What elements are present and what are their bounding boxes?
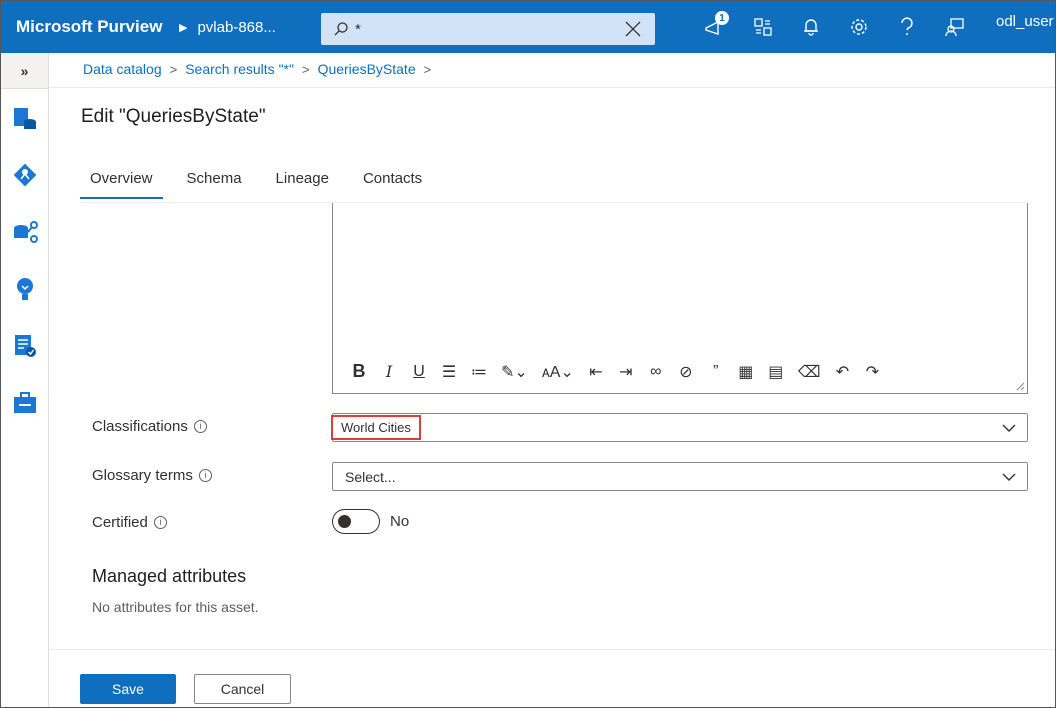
gear-icon <box>851 19 867 35</box>
divider <box>49 649 1055 650</box>
classifications-dropdown[interactable]: World Cities <box>331 413 1028 442</box>
unlink-icon[interactable]: ⊘ <box>678 362 694 382</box>
policy-icon <box>14 334 36 357</box>
format-painter-icon[interactable]: ▤ <box>768 362 784 382</box>
certified-toggle[interactable] <box>332 509 380 534</box>
nav-management[interactable] <box>1 374 48 431</box>
undo-icon[interactable]: ↶ <box>834 362 850 382</box>
clear-format-icon[interactable]: ⌫ <box>798 362 821 382</box>
feedback-icon <box>945 18 964 37</box>
caret-right-icon: ▶ <box>179 21 188 34</box>
window-frame: Microsoft Purview ▶ pvlab-868... * 1 odl… <box>0 0 1056 708</box>
chevron-right-icon: > <box>169 61 178 77</box>
quote-icon[interactable]: ” <box>708 363 724 381</box>
info-icon[interactable]: i <box>193 420 207 433</box>
directory-button[interactable] <box>739 1 787 53</box>
nav-policy[interactable] <box>1 317 48 374</box>
link-icon[interactable]: ∞ <box>648 363 664 381</box>
brand-title[interactable]: Microsoft Purview <box>1 17 171 37</box>
decrease-indent-icon[interactable]: ⇤ <box>588 362 604 382</box>
breadcrumb-data-catalog[interactable]: Data catalog <box>83 61 162 77</box>
chevron-right-icon: > <box>301 61 310 77</box>
divider <box>49 87 1055 88</box>
notifications-button[interactable] <box>787 1 835 53</box>
switch-directory-icon <box>754 18 772 36</box>
classifications-label: Classifications i <box>92 418 207 435</box>
chevron-right-icon: > <box>423 61 432 77</box>
data-sources-icon <box>13 220 38 243</box>
underline-icon[interactable]: U <box>411 363 427 381</box>
tab-schema[interactable]: Schema <box>177 161 252 199</box>
breadcrumb-asset[interactable]: QueriesByState <box>318 61 416 77</box>
table-icon[interactable]: ▦ <box>738 362 754 382</box>
certified-value: No <box>390 513 410 530</box>
highlight-icon[interactable]: ✎⌄ <box>501 362 528 382</box>
top-bar: Microsoft Purview ▶ pvlab-868... * 1 odl… <box>1 1 1055 53</box>
nav-data-catalog[interactable] <box>1 89 48 146</box>
editor-toolbar: B I U ☰ ≔ ✎⌄ ᴀA⌄ ⇤ ⇥ ∞ ⊘ ” ▦ ▤ ⌫ ↶ ↷ <box>351 361 894 382</box>
help-button[interactable] <box>883 1 931 53</box>
info-icon[interactable]: i <box>198 469 212 482</box>
tab-contacts[interactable]: Contacts <box>353 161 432 199</box>
tab-lineage[interactable]: Lineage <box>266 161 339 199</box>
numbered-list-icon[interactable]: ≔ <box>471 362 487 382</box>
tenant-name[interactable]: pvlab-868... <box>197 19 317 36</box>
search-input[interactable]: * <box>355 21 623 38</box>
cancel-button[interactable]: Cancel <box>194 674 291 704</box>
settings-button[interactable] <box>835 1 883 53</box>
classification-chip[interactable]: World Cities <box>331 415 421 440</box>
managed-attributes-title: Managed attributes <box>92 566 247 586</box>
close-icon[interactable] <box>623 19 643 39</box>
whats-new-button[interactable]: 1 <box>691 1 739 53</box>
chevron-down-icon[interactable] <box>1001 420 1017 436</box>
increase-indent-icon[interactable]: ⇥ <box>618 362 634 382</box>
feedback-button[interactable] <box>931 1 979 53</box>
chevron-down-icon[interactable] <box>1001 469 1017 485</box>
insights-icon <box>16 277 33 300</box>
breadcrumb-search-results[interactable]: Search results "*" <box>185 61 294 77</box>
certified-label-text: Certified <box>92 514 148 531</box>
redo-icon[interactable]: ↷ <box>864 362 880 382</box>
notification-badge: 1 <box>715 11 729 25</box>
expand-nav-button[interactable]: » <box>1 53 48 89</box>
search-icon <box>334 22 348 36</box>
nav-insights[interactable] <box>1 260 48 317</box>
data-map-icon <box>13 163 36 186</box>
save-button[interactable]: Save <box>80 674 176 704</box>
managed-attributes-empty: No attributes for this asset. <box>92 599 259 615</box>
nav-data-sources[interactable] <box>1 203 48 260</box>
user-name[interactable]: odl_user <box>996 13 1054 30</box>
tab-overview[interactable]: Overview <box>80 161 163 199</box>
page-title: Edit "QueriesByState" <box>81 106 266 127</box>
search-box[interactable]: * <box>321 13 655 45</box>
left-nav: » <box>1 53 49 707</box>
help-icon <box>901 17 913 35</box>
classifications-label-text: Classifications <box>92 418 188 435</box>
certified-label: Certified i <box>92 514 167 531</box>
glossary-label-text: Glossary terms <box>92 467 193 484</box>
info-icon[interactable]: i <box>153 516 167 529</box>
breadcrumb: Data catalog > Search results "*" > Quer… <box>83 61 439 77</box>
description-editor[interactable]: B I U ☰ ≔ ✎⌄ ᴀA⌄ ⇤ ⇥ ∞ ⊘ ” ▦ ▤ ⌫ ↶ ↷ <box>332 203 1028 394</box>
header-actions: 1 <box>691 1 979 53</box>
font-size-icon[interactable]: ᴀA⌄ <box>542 362 574 382</box>
tab-bar: Overview Schema Lineage Contacts <box>80 161 446 199</box>
toggle-knob <box>338 515 351 528</box>
bullet-list-icon[interactable]: ☰ <box>441 362 457 382</box>
nav-data-map[interactable] <box>1 146 48 203</box>
resize-handle-icon[interactable] <box>1015 381 1025 391</box>
italic-icon[interactable]: I <box>381 362 397 381</box>
glossary-placeholder: Select... <box>345 468 396 485</box>
glossary-label: Glossary terms i <box>92 467 212 484</box>
data-catalog-icon <box>13 107 36 129</box>
bell-icon <box>804 19 818 36</box>
bold-icon[interactable]: B <box>351 361 367 382</box>
management-icon <box>13 391 36 413</box>
glossary-dropdown[interactable]: Select... <box>332 462 1028 491</box>
